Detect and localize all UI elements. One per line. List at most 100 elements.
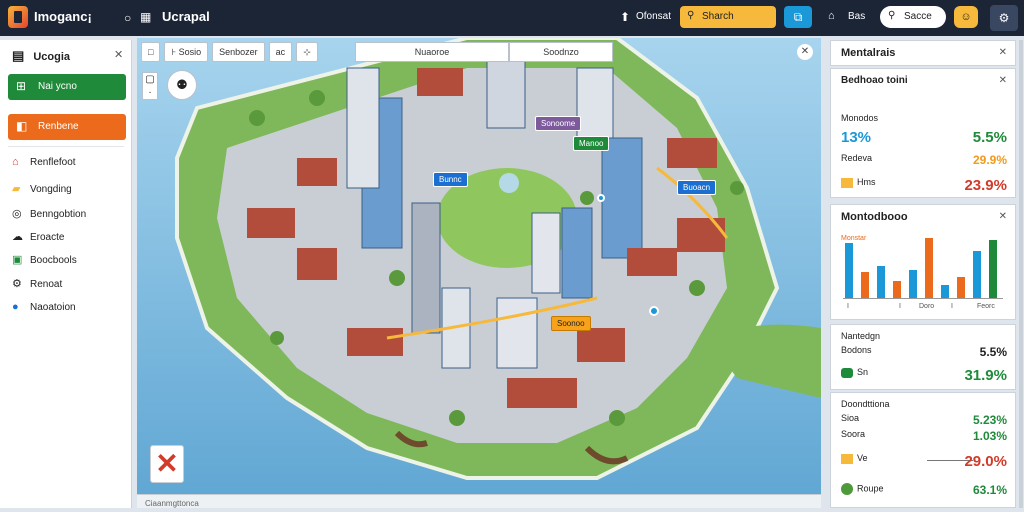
details-row-label: Roupe xyxy=(857,483,884,494)
select-tool-button[interactable]: □ xyxy=(141,42,161,62)
map-tool-button-2[interactable]: Senbozer xyxy=(212,42,265,62)
chart-bar xyxy=(845,243,853,298)
panel-close-icon[interactable]: ✕ xyxy=(999,47,1007,58)
sidebar-item-label: Boocbools xyxy=(30,255,77,266)
details-row-label: Soora xyxy=(841,429,866,439)
summary-row-label: Bodons xyxy=(841,345,872,355)
stats-subtitle: Monodos xyxy=(841,113,879,123)
image-icon: ▣ xyxy=(12,254,23,266)
details-panel-title: Doondttiona xyxy=(841,399,890,409)
sidebar-item-4[interactable]: ☁ Eroacte xyxy=(12,230,124,243)
primary-button-label: Nai ycno xyxy=(38,81,77,92)
fountain xyxy=(499,173,519,193)
chart-panel: Montodbooo ✕ Monstar I I Doro I Feorc xyxy=(830,204,1016,320)
details-row-label: Sioa xyxy=(841,413,860,423)
home-icon[interactable]: ⌂ xyxy=(828,10,835,22)
sidebar-close-icon[interactable]: ✕ xyxy=(114,48,123,61)
bolt-icon xyxy=(841,453,853,464)
sidebar-item-5[interactable]: ▣ Boocbools xyxy=(12,253,124,266)
user-field[interactable]: ⚲ Sacce xyxy=(880,6,946,28)
map-tool-label: Senbozer xyxy=(219,47,258,57)
bar-label: Feorc xyxy=(977,303,995,310)
location-pin-icon[interactable] xyxy=(649,306,659,316)
city-map-illustration xyxy=(175,38,821,480)
map-toolbar-left: □ ⊦ Sosio Senbozer ac ⊹ xyxy=(141,42,318,64)
gear-icon: ⚙ xyxy=(12,278,22,290)
clear-close-button[interactable]: ✕ xyxy=(150,445,184,483)
secondary-button-label: Renbene xyxy=(38,121,79,132)
panel-close-icon[interactable]: ✕ xyxy=(999,211,1007,222)
stats-row: 13% 5.5% xyxy=(841,129,1007,147)
settings-button[interactable]: ⚙ xyxy=(990,5,1018,31)
map-tag[interactable]: Sonoome xyxy=(535,116,582,131)
map-close-icon[interactable]: ✕ xyxy=(797,44,813,60)
chart-bar xyxy=(957,277,965,298)
sidebar-item-label: Renflefoot xyxy=(30,157,76,168)
sidebar-item-1[interactable]: ⌂ Renflefoot xyxy=(12,156,124,168)
arrow-icon[interactable]: ⬆ xyxy=(620,10,630,24)
map-tag[interactable]: Buoacn xyxy=(677,180,717,195)
chart-panel-title: Montodbooo xyxy=(841,211,908,223)
details-panel: Doondttiona Sioa 5.23% Soora 1.03% Ve 29… xyxy=(830,392,1016,508)
leaf-icon xyxy=(841,367,853,378)
app-logo xyxy=(8,6,28,28)
summary-panel-title: Nantedgn xyxy=(841,331,881,341)
map-status-bar: Ciaanmgttonca xyxy=(137,494,821,508)
app-title: Imoganc¡ xyxy=(34,9,92,24)
top-search-button[interactable]: ⚲ Sharch xyxy=(680,6,776,28)
sidebar-item-label: Renoat xyxy=(30,279,63,290)
sidebar-header: ▤ Ucogia xyxy=(12,48,124,64)
locate-icon[interactable]: ⚉ xyxy=(167,70,197,100)
chart-bar xyxy=(925,238,933,298)
stats-row-label: 13% xyxy=(841,129,872,146)
details-row: Soora 1.03% xyxy=(841,429,1007,443)
map-tag[interactable]: Soonoo xyxy=(551,316,591,331)
folder-icon: ▰ xyxy=(12,183,21,195)
stats-row-label: Redeva xyxy=(841,153,873,163)
map-filter-field[interactable]: Soodnzo xyxy=(509,42,613,62)
bar-label: I xyxy=(899,303,901,310)
pin-tool-button[interactable]: ⊹ xyxy=(296,42,318,62)
summary-panel: Nantedgn Bodons 5.5% Sn 31.9% xyxy=(830,324,1016,390)
map-tag[interactable]: Manoo xyxy=(573,136,610,151)
map-tool-label: ac xyxy=(275,47,286,57)
layers-toggle-button[interactable]: ▢ · xyxy=(142,72,158,100)
stats-row: Redeva 29.9% xyxy=(841,153,1007,169)
search-icon[interactable]: ○ xyxy=(124,11,131,25)
chart-bar xyxy=(893,281,901,298)
sidebar-primary-button[interactable]: ⊞ Nai ycno xyxy=(8,74,126,100)
summary-row: Sn 31.9% xyxy=(841,367,1007,384)
left-sidebar: ▤ Ucogia ✕ ⊞ Nai ycno ◧ Renbene ⌂ Renflef… xyxy=(0,40,132,508)
map-tool-button-3[interactable]: ac xyxy=(268,42,293,62)
bar-label: I xyxy=(847,303,849,310)
map-search-field[interactable]: Nuaoroe xyxy=(355,42,509,62)
panel-header: Mentalrais ✕ xyxy=(830,40,1016,66)
chart-bar xyxy=(909,270,917,298)
sidebar-secondary-button[interactable]: ◧ Renbene xyxy=(8,114,126,140)
map-tool-button[interactable]: ⊦ Sosio xyxy=(164,42,209,62)
details-row-value: 5.23% xyxy=(972,413,1007,427)
stats-panel-title: Bedhoao toini xyxy=(841,75,908,86)
cloud-icon: ☁ xyxy=(12,231,23,243)
bolt-icon xyxy=(841,177,853,188)
user-label: Bas xyxy=(848,11,866,22)
sidebar-item-2[interactable]: ▰ Vongding xyxy=(12,182,124,195)
grid-icon[interactable]: ▦ xyxy=(140,10,151,24)
map-tool-label: Sosio xyxy=(178,47,202,57)
sidebar-item-3[interactable]: ◎ Benngobtion xyxy=(12,207,124,220)
stats-row-label: Hms xyxy=(857,177,876,187)
bar-label: Doro xyxy=(919,303,935,310)
summary-row-value: 5.5% xyxy=(979,345,1007,359)
right-scrollbar[interactable] xyxy=(1019,40,1023,508)
location-pin-icon[interactable] xyxy=(597,194,605,202)
chart-bar xyxy=(877,266,885,298)
map-tag[interactable]: Bunnc xyxy=(433,172,468,187)
summary-row-label: Sn xyxy=(857,367,869,377)
panel-close-icon[interactable]: ✕ xyxy=(999,75,1007,86)
sidebar-item-7[interactable]: ● Naoatoion xyxy=(12,301,124,313)
avatar-button[interactable]: ☺ xyxy=(954,6,978,28)
sidebar-item-6[interactable]: ⚙ Renoat xyxy=(12,277,124,290)
apps-grid-button[interactable]: ⧉ xyxy=(784,6,812,28)
magnifier-icon: ⚲ xyxy=(687,10,695,21)
map-canvas[interactable]: □ ⊦ Sosio Senbozer ac ⊹ Nuaoroe Soodnzo … xyxy=(137,38,821,508)
